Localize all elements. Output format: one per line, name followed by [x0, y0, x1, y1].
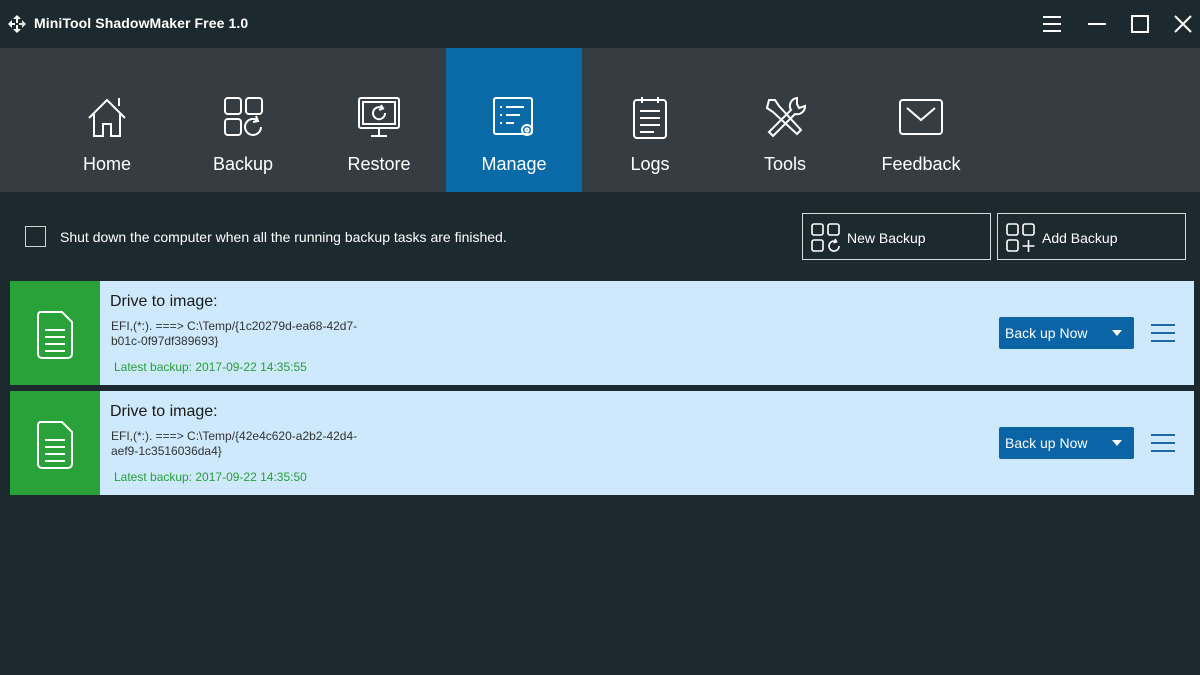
- chevron-down-icon[interactable]: [1112, 440, 1122, 446]
- add-backup-button[interactable]: Add Backup: [997, 213, 1186, 260]
- document-icon: [36, 311, 73, 359]
- nav-item-logs[interactable]: Logs: [582, 48, 718, 192]
- tools-icon: [761, 94, 809, 142]
- task-menu-icon[interactable]: [1150, 321, 1176, 345]
- task-title: Drive to image:: [110, 403, 218, 420]
- maximize-icon[interactable]: [1128, 12, 1152, 36]
- feedback-icon: [897, 94, 945, 142]
- restore-icon: [355, 94, 403, 142]
- nav-item-tools[interactable]: Tools: [717, 48, 853, 192]
- chevron-down-icon[interactable]: [1112, 330, 1122, 336]
- close-icon[interactable]: [1171, 12, 1195, 36]
- nav-label: Feedback: [881, 154, 961, 174]
- app-logo-icon: [6, 13, 28, 35]
- title-bar: MiniTool ShadowMaker Free 1.0: [0, 0, 1200, 48]
- nav-label: Manage: [481, 154, 547, 174]
- nav-item-feedback[interactable]: Feedback: [853, 48, 989, 192]
- menu-icon[interactable]: [1040, 12, 1064, 36]
- back-up-now-button[interactable]: Back up Now: [999, 427, 1134, 459]
- window-title: MiniTool ShadowMaker Free 1.0: [34, 15, 249, 31]
- task-menu-icon[interactable]: [1150, 431, 1176, 455]
- new-backup-label: New Backup: [847, 230, 926, 246]
- nav-label: Tools: [763, 154, 807, 174]
- task-path: EFI,(*:). ===> C:\Temp/{42e4c620-a2b2-42…: [111, 429, 358, 458]
- logs-icon: [626, 94, 674, 142]
- shutdown-label: Shut down the computer when all the runn…: [60, 229, 507, 245]
- add-backup-label: Add Backup: [1042, 230, 1118, 246]
- back-up-now-button[interactable]: Back up Now: [999, 317, 1134, 349]
- new-backup-button[interactable]: New Backup: [802, 213, 991, 260]
- nav-label: Backup: [212, 154, 274, 174]
- nav-item-manage[interactable]: Manage: [446, 48, 582, 192]
- nav-item-backup[interactable]: Backup: [175, 48, 311, 192]
- task-latest-backup: Latest backup: 2017-09-22 14:35:50: [114, 470, 307, 484]
- home-icon: [83, 94, 131, 142]
- backup-task-card: Drive to image: EFI,(*:). ===> C:\Temp/{…: [10, 281, 1194, 385]
- nav-label: Restore: [347, 154, 411, 174]
- main-nav: Home Backup Restore Manage Logs Tools Fe…: [0, 48, 1200, 192]
- shutdown-checkbox[interactable]: [25, 226, 46, 247]
- manage-icon: [490, 94, 538, 142]
- nav-label: Home: [82, 154, 131, 174]
- task-latest-backup: Latest backup: 2017-09-22 14:35:55: [114, 360, 307, 374]
- back-up-now-label: Back up Now: [1005, 435, 1088, 451]
- nav-item-restore[interactable]: Restore: [311, 48, 447, 192]
- task-title: Drive to image:: [110, 293, 218, 310]
- new-backup-icon: [811, 223, 840, 252]
- nav-label: Logs: [630, 154, 670, 174]
- backup-task-card: Drive to image: EFI,(*:). ===> C:\Temp/{…: [10, 391, 1194, 495]
- task-icon-box: [10, 391, 100, 495]
- backup-icon: [219, 94, 267, 142]
- add-backup-icon: [1006, 223, 1035, 252]
- back-up-now-label: Back up Now: [1005, 325, 1088, 341]
- nav-item-home[interactable]: Home: [39, 48, 175, 192]
- minimize-icon[interactable]: [1085, 12, 1109, 36]
- task-icon-box: [10, 281, 100, 385]
- task-path: EFI,(*:). ===> C:\Temp/{1c20279d-ea68-42…: [111, 319, 358, 348]
- document-icon: [36, 421, 73, 469]
